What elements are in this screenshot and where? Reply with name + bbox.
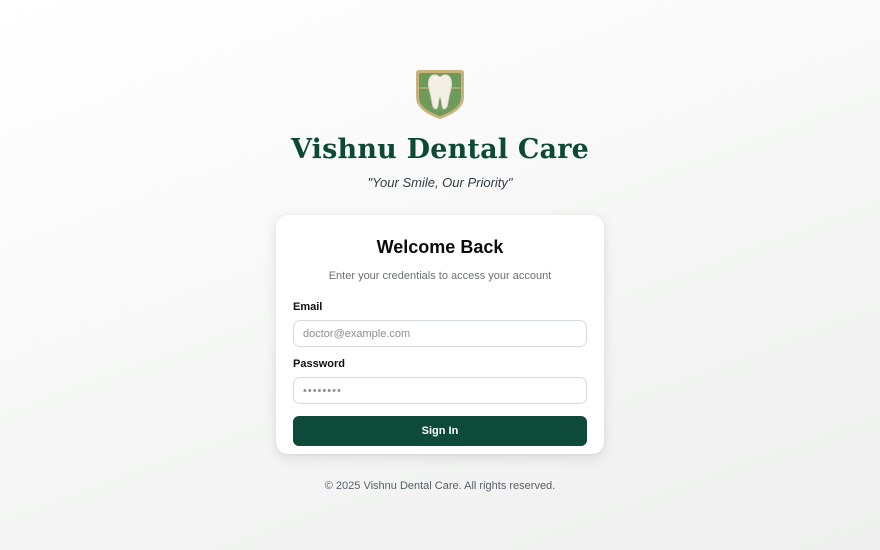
- login-card: Welcome Back Enter your credentials to a…: [276, 215, 604, 454]
- password-label: Password: [293, 358, 345, 370]
- tooth-shield-icon: [416, 70, 464, 119]
- brand-tagline: "Your Smile, Our Priority": [367, 175, 513, 190]
- password-field[interactable]: [293, 377, 587, 404]
- login-subtitle: Enter your credentials to access your ac…: [328, 270, 552, 282]
- login-page: Vishnu Dental Care "Your Smile, Our Prio…: [0, 0, 880, 550]
- login-title: Welcome Back: [376, 237, 504, 257]
- footer-copyright: © 2025 Vishnu Dental Care. All rights re…: [324, 480, 556, 492]
- brand-title: Vishnu Dental Care: [290, 134, 590, 165]
- sign-in-button[interactable]: Sign In: [293, 416, 587, 446]
- email-field[interactable]: [293, 320, 587, 347]
- email-label: Email: [293, 301, 323, 313]
